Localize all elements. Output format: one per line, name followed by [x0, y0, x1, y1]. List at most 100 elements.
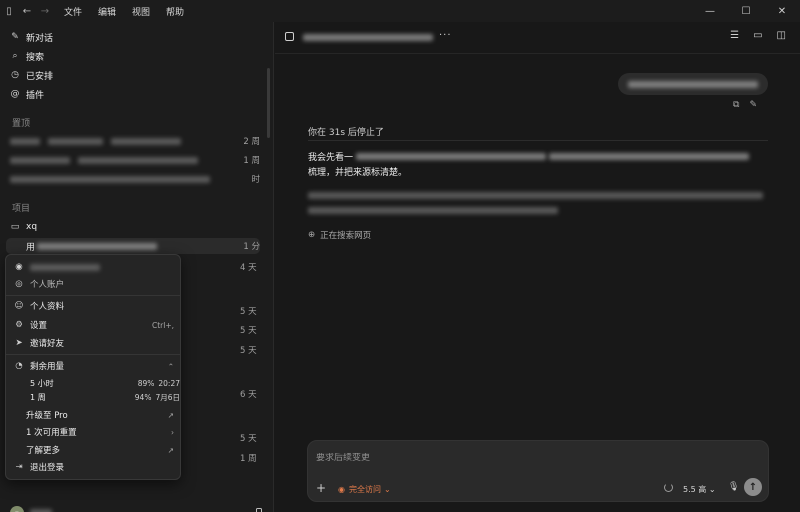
upgrade-item[interactable]: 升级至 Pro ↗: [26, 408, 174, 422]
header-actions: ☰ ▭ ◫: [716, 30, 786, 41]
composer-input[interactable]: [316, 453, 756, 463]
usage-percent: 89%: [137, 378, 155, 388]
redacted-text: [548, 153, 749, 160]
user-message: [618, 73, 768, 95]
redacted-text: [10, 156, 70, 164]
menu-divider: [6, 295, 180, 296]
usage-row: 5 小时 89% 20:27: [30, 377, 180, 389]
redacted-text: [355, 153, 546, 160]
access-mode-label: 完全访问: [348, 485, 381, 494]
more-icon[interactable]: ···: [439, 30, 452, 41]
split-view-icon[interactable]: ◫: [777, 30, 786, 41]
usage-reset-time: 20:27: [158, 378, 180, 388]
send-button[interactable]: ↑: [744, 478, 762, 496]
settings-shortcut: Ctrl+,: [151, 320, 174, 330]
redacted-text: [48, 137, 103, 145]
chevron-right-icon: ›: [171, 427, 174, 437]
search-button[interactable]: ⌕ 搜索: [10, 48, 44, 64]
thread-age: 4 天: [240, 263, 257, 273]
sidebar-scrollbar[interactable]: [267, 68, 270, 138]
divider: [308, 140, 768, 141]
thread-age: 6 天: [240, 390, 257, 400]
thread-age: 5 天: [240, 346, 257, 356]
gauge-icon: ◔: [15, 361, 23, 371]
edit-icon[interactable]: ✎: [749, 100, 757, 110]
new-chat-button[interactable]: ✎ 新对话: [10, 29, 53, 45]
message-text: 梳理，并把来源标清楚。: [308, 168, 408, 178]
searching-label: 正在搜索网页: [320, 231, 372, 241]
remaining-usage-item[interactable]: ◔ 剩余用量 ⌃: [14, 359, 174, 373]
close-icon[interactable]: ✕: [764, 0, 800, 22]
message-text: 我会先看一: [308, 153, 354, 163]
plugin-icon: @: [10, 89, 20, 99]
project-item[interactable]: ▭ xq: [10, 219, 37, 235]
personal-account-item[interactable]: ◎ 个人账户: [14, 277, 174, 291]
avatar[interactable]: ▪: [10, 506, 24, 512]
chevron-down-icon: ⌄: [708, 485, 716, 494]
menu-file[interactable]: 文件: [64, 5, 82, 18]
profile-icon: ☺: [14, 301, 24, 311]
model-selector[interactable]: 5.5 高 ⌄: [683, 484, 716, 495]
menu-view[interactable]: 视图: [132, 5, 150, 18]
settings-item[interactable]: ⚙ 设置 Ctrl+,: [14, 318, 174, 332]
thread-age: 5 天: [240, 326, 257, 336]
menu-edit[interactable]: 编辑: [98, 5, 116, 18]
redacted-text: [303, 34, 433, 41]
access-mode-button[interactable]: ◉ 完全访问 ⌄: [338, 484, 391, 495]
active-thread-title: 用: [26, 242, 36, 253]
pinned-thread[interactable]: 1 周: [10, 152, 260, 168]
sidebar-toggle-icon[interactable]: ▯: [0, 0, 18, 22]
scheduled-label: 已安排: [26, 71, 54, 82]
forward-arrow-icon[interactable]: →: [36, 0, 54, 22]
thread-age: 2 周: [243, 137, 260, 147]
edit-icon: ✎: [11, 32, 19, 42]
plugins-label: 插件: [26, 90, 45, 101]
active-thread[interactable]: 用 1 分: [6, 238, 260, 254]
redacted-text: [111, 137, 181, 145]
assistant-message: [308, 190, 768, 220]
phone-icon[interactable]: [256, 508, 262, 512]
panel-icon[interactable]: ▭: [753, 30, 762, 41]
plugins-button[interactable]: @ 插件: [10, 86, 45, 102]
folder-icon: ▭: [10, 222, 20, 232]
learn-more-label: 了解更多: [26, 446, 61, 456]
usage-name: 5 小时: [30, 378, 54, 388]
minimize-icon[interactable]: —: [692, 0, 728, 22]
redacted-text: [30, 263, 100, 271]
learn-more-item[interactable]: 了解更多 ↗: [26, 443, 174, 457]
redacted-text: [10, 175, 210, 183]
stopped-notice: 你在 31s 后停止了: [308, 128, 384, 138]
pinned-thread[interactable]: 2 周: [10, 133, 260, 149]
new-chat-label: 新对话: [26, 33, 54, 44]
thread-header: ··· ☰ ▭ ◫: [275, 22, 800, 54]
spinner-icon: [664, 483, 673, 492]
list-icon[interactable]: ☰: [730, 30, 739, 41]
copy-icon[interactable]: ⧉: [733, 100, 739, 110]
globe-icon: ⊕: [308, 230, 316, 240]
menu-divider: [6, 354, 180, 355]
thread-age: 1 周: [240, 454, 257, 464]
redacted-text: [78, 156, 198, 164]
title-bar: ▯ ← → 文件 编辑 视图 帮助 — ☐ ✕: [0, 0, 800, 22]
maximize-icon[interactable]: ☐: [728, 0, 764, 22]
clock-icon: ◷: [11, 70, 19, 80]
scheduled-button[interactable]: ◷ 已安排: [10, 67, 53, 83]
thread-age: 5 天: [240, 434, 257, 444]
pinned-thread[interactable]: 时: [10, 171, 260, 187]
invite-item[interactable]: ➤ 邀请好友: [14, 336, 174, 350]
external-link-icon: ↗: [167, 445, 174, 455]
thread-age: 时: [251, 175, 260, 185]
logout-item[interactable]: ⇥ 退出登录: [14, 460, 174, 474]
profile-item[interactable]: ☺ 个人资料: [14, 299, 174, 313]
composer: + ◉ 完全访问 ⌄ 5.5 高 ⌄ 🎙 ↑: [307, 440, 769, 502]
reset-item[interactable]: 1 次可用重置 ›: [26, 425, 174, 439]
back-arrow-icon[interactable]: ←: [18, 0, 36, 22]
menu-bar: 文件 编辑 视图 帮助: [64, 5, 200, 18]
add-icon[interactable]: +: [316, 481, 326, 495]
usage-reset-time: 7月6日: [155, 392, 180, 402]
projects-section-title: 项目: [12, 204, 31, 214]
redacted-text: [37, 242, 158, 250]
profile-label: 个人资料: [30, 302, 65, 312]
mic-icon[interactable]: 🎙: [728, 482, 739, 492]
menu-help[interactable]: 帮助: [166, 5, 184, 18]
